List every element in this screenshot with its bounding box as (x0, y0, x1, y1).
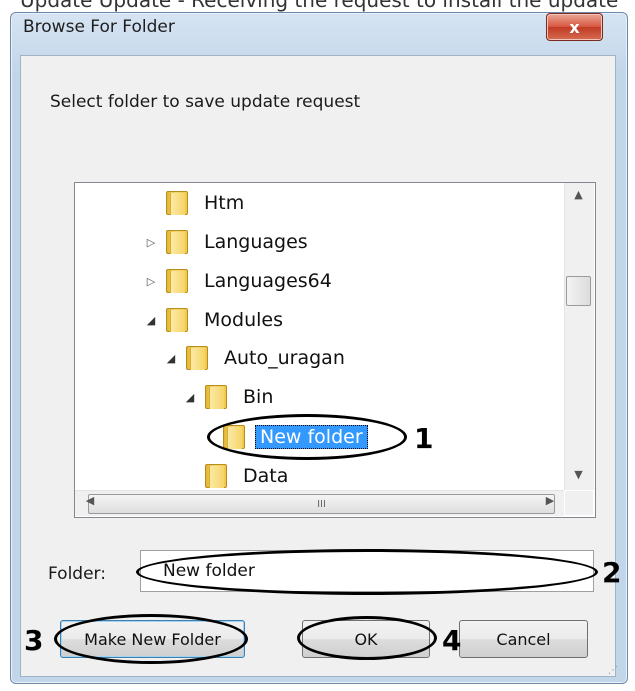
collapse-arrow-icon[interactable]: ◢ (164, 352, 178, 365)
scroll-right-icon[interactable]: ▶ (540, 494, 560, 512)
folder-icon (205, 385, 227, 409)
callout-number-4: 4 (442, 624, 462, 657)
folder-label: Folder: (48, 564, 106, 584)
expand-arrow-icon[interactable]: ▷ (144, 275, 158, 288)
tree-item-label: Languages64 (204, 270, 332, 292)
tree-item-label: Data (243, 465, 289, 487)
scroll-grip-icon: III (317, 498, 326, 510)
callout-number-3: 3 (24, 624, 44, 657)
folder-icon (186, 346, 208, 370)
dialog-title: Browse For Folder (23, 17, 175, 37)
callout-number-1: 1 (414, 422, 434, 455)
folder-icon (166, 308, 188, 332)
scroll-down-icon[interactable]: ▼ (566, 468, 591, 488)
collapse-arrow-icon[interactable]: ◢ (183, 391, 197, 404)
scrollbar-corner (565, 491, 593, 515)
folder-icon (166, 191, 188, 215)
dialog-description: Select folder to save update request (50, 92, 361, 112)
tree-item-label: Languages (204, 231, 308, 253)
tree-item-label: Bin (243, 386, 274, 408)
vertical-scroll-thumb[interactable] (566, 276, 591, 306)
tree-vertical-scrollbar[interactable] (564, 183, 594, 490)
folder-icon (166, 230, 188, 254)
scroll-left-icon[interactable]: ◀ (80, 494, 100, 512)
callout-ellipse-2 (136, 549, 598, 595)
callout-ellipse-4 (297, 616, 437, 660)
close-button[interactable]: x (546, 13, 603, 41)
collapse-arrow-icon[interactable]: ◢ (144, 314, 158, 327)
callout-ellipse-1 (207, 414, 407, 460)
tree-item-label: Auto_uragan (224, 347, 345, 369)
tree-item-label: Modules (204, 309, 283, 331)
cancel-button[interactable]: Cancel (459, 620, 588, 658)
callout-ellipse-3 (54, 614, 248, 664)
folder-icon (166, 269, 188, 293)
resize-grip-icon[interactable]: ⋰ (608, 665, 618, 676)
folder-icon (205, 464, 227, 488)
close-icon: x (569, 17, 580, 37)
expand-arrow-icon[interactable]: ▷ (144, 236, 158, 249)
callout-number-2: 2 (602, 556, 622, 589)
scroll-up-icon[interactable]: ▲ (566, 188, 591, 208)
horizontal-scroll-thumb[interactable]: III (88, 494, 555, 514)
background-page-text: Update Update - Receiving the request to… (20, 0, 619, 12)
tree-item-label: Htm (204, 192, 245, 214)
